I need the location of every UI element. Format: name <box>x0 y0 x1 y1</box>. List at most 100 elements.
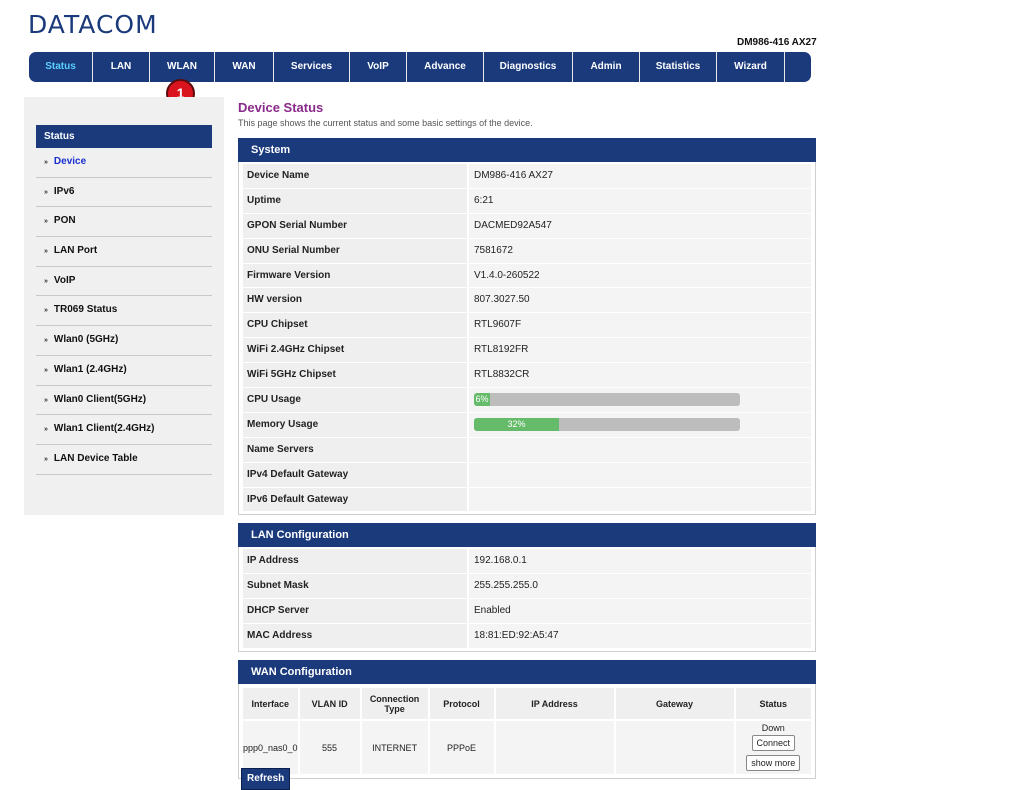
info-value: RTL8832CR <box>469 363 811 388</box>
lan-section: LAN Configuration IP Address 192.168.0.1 S… <box>238 523 816 653</box>
info-label: WiFi 5GHz Chipset <box>243 363 467 388</box>
wan-col-ip-address: IP Address <box>495 688 614 720</box>
chevron-right-icon: » <box>44 455 48 463</box>
sidebar-item-device[interactable]: » Device <box>36 148 212 178</box>
datacom-logo: DATACOM <box>28 10 158 39</box>
nav-status[interactable]: Status <box>29 52 93 82</box>
info-label: WiFi 2.4GHz Chipset <box>243 338 467 363</box>
info-value: V1.4.0-260522 <box>469 263 811 288</box>
chevron-right-icon: » <box>44 307 48 315</box>
info-label: IP Address <box>243 549 467 574</box>
info-row: ONU Serial Number 7581672 <box>243 238 811 264</box>
wan-status-text: Down <box>761 722 785 733</box>
sidebar-item-pon[interactable]: » PON <box>36 207 212 238</box>
info-value <box>469 462 811 487</box>
page-title: Device Status <box>238 100 324 115</box>
info-value: 18:81:ED:92:A5:47 <box>469 624 811 649</box>
nav-wlan[interactable]: WLAN <box>150 52 215 82</box>
sidebar-item-wlan0-5ghz[interactable]: » Wlan0 (5GHz) <box>36 326 212 356</box>
sidebar-item-label: LAN Port <box>53 245 98 257</box>
info-row: Device Name DM986-416 AX27 <box>243 164 811 189</box>
sidebar-item-tr069-status[interactable]: » TR069 Status <box>36 296 212 327</box>
sidebar-item-label: Wlan0 Client(5GHz) <box>53 393 147 405</box>
info-label: Memory Usage <box>243 412 467 437</box>
sidebar-heading: Status <box>36 125 212 148</box>
wan-heading: WAN Configuration <box>238 660 816 685</box>
info-value: 6:21 <box>469 188 811 213</box>
sidebar-item-voip[interactable]: » VoIP <box>36 267 212 297</box>
info-label: DHCP Server <box>243 599 467 624</box>
wan-col-vlan-id: VLAN ID <box>299 688 360 720</box>
sidebar-item-wlan1-client-2-4ghz[interactable]: » Wlan1 Client(2.4GHz) <box>36 415 212 445</box>
info-label: CPU Usage <box>243 388 467 412</box>
main-nav: Status LAN WLAN WAN Services VoIP Advance Diagn… <box>29 52 811 82</box>
info-value: DM986-416 AX27 <box>469 164 811 188</box>
usage-progress-bar: 32% <box>474 417 740 431</box>
info-value: 807.3027.50 <box>469 288 811 313</box>
chevron-right-icon: » <box>44 277 48 285</box>
info-row: IPv6 Default Gateway <box>243 487 811 513</box>
sidebar-item-lan-device-table[interactable]: » LAN Device Table <box>36 445 212 475</box>
wan-col-interface: Interface <box>243 688 298 720</box>
info-label: GPON Serial Number <box>243 213 467 238</box>
info-row: Subnet Mask 255.255.255.0 <box>243 574 811 600</box>
nav-services[interactable]: Services <box>274 52 350 82</box>
sidebar-item-ipv6[interactable]: » IPv6 <box>36 178 212 208</box>
chevron-right-icon: » <box>44 248 48 256</box>
info-label: Device Name <box>243 164 467 188</box>
nav-wizard[interactable]: Wizard <box>717 52 785 82</box>
chevron-right-icon: » <box>44 337 48 345</box>
sidebar-item-label: Device <box>53 156 87 167</box>
info-row: CPU Usage 6% <box>243 388 811 413</box>
sidebar-item-lan-port[interactable]: » LAN Port <box>36 237 212 267</box>
connect-button[interactable]: Connect <box>751 734 796 751</box>
info-value: 6% <box>469 388 811 412</box>
nav-statistics[interactable]: Statistics <box>640 52 717 82</box>
wan-col-status: Status <box>735 688 811 720</box>
lan-heading: LAN Configuration <box>238 523 816 548</box>
usage-progress-bar: 6% <box>474 393 740 407</box>
chevron-right-icon: » <box>44 396 48 404</box>
wan-row: ppp0_nas0_0 555 INTERNET PPPoE Down Conn… <box>243 721 811 775</box>
device-model-label: DM986-416 AX27 <box>737 37 817 48</box>
sidebar-item-label: Wlan1 (2.4GHz) <box>53 363 127 375</box>
refresh-button[interactable]: Refresh <box>241 768 291 790</box>
lan-table: IP Address 192.168.0.1 Subnet Mask 255.255.… <box>238 547 816 653</box>
sidebar-item-wlan0-client-5ghz[interactable]: » Wlan0 Client(5GHz) <box>36 386 212 416</box>
info-label: ONU Serial Number <box>243 238 467 263</box>
nav-wan[interactable]: WAN <box>215 52 274 82</box>
chevron-right-icon: » <box>44 218 48 226</box>
chevron-right-icon: » <box>44 188 48 196</box>
chevron-right-icon: » <box>44 426 48 434</box>
sidebar: Status » Device » IPv6 » PON » LAN Port » VoIP » TR… <box>24 97 224 515</box>
info-value: RTL9607F <box>469 313 811 338</box>
sidebar-item-label: TR069 Status <box>53 304 118 316</box>
info-row: CPU Chipset RTL9607F <box>243 313 811 339</box>
info-row: Firmware Version V1.4.0-260522 <box>243 263 811 289</box>
nav-admin[interactable]: Admin <box>573 52 640 82</box>
sidebar-list: » Device » IPv6 » PON » LAN Port » VoIP » TR069 Sta… <box>36 148 212 475</box>
info-value: Enabled <box>469 599 811 624</box>
sidebar-item-label: VoIP <box>53 274 76 286</box>
nav-diagnostics[interactable]: Diagnostics <box>484 52 573 82</box>
info-row: GPON Serial Number DACMED92A547 <box>243 213 811 239</box>
wan-gateway <box>615 721 734 775</box>
chevron-right-icon: » <box>44 159 48 166</box>
sidebar-item-label: IPv6 <box>53 185 75 197</box>
info-label: Subnet Mask <box>243 574 467 599</box>
info-label: IPv4 Default Gateway <box>243 462 467 487</box>
info-row: DHCP Server Enabled <box>243 599 811 625</box>
page-description: This page shows the current status and s… <box>238 118 533 128</box>
info-row: IP Address 192.168.0.1 <box>243 549 811 575</box>
info-label: CPU Chipset <box>243 313 467 338</box>
chevron-right-icon: » <box>44 366 48 374</box>
nav-advance[interactable]: Advance <box>407 52 484 82</box>
show-more-button[interactable]: show more <box>746 754 801 771</box>
nav-voip[interactable]: VoIP <box>350 52 407 82</box>
wan-col-connection-type: Connection Type <box>361 688 428 720</box>
sidebar-item-wlan1-2-4ghz[interactable]: » Wlan1 (2.4GHz) <box>36 356 212 386</box>
sidebar-item-label: PON <box>53 215 76 227</box>
info-row: WiFi 2.4GHz Chipset RTL8192FR <box>243 338 811 364</box>
info-row: MAC Address 18:81:ED:92:A5:47 <box>243 624 811 650</box>
nav-lan[interactable]: LAN <box>93 52 150 82</box>
